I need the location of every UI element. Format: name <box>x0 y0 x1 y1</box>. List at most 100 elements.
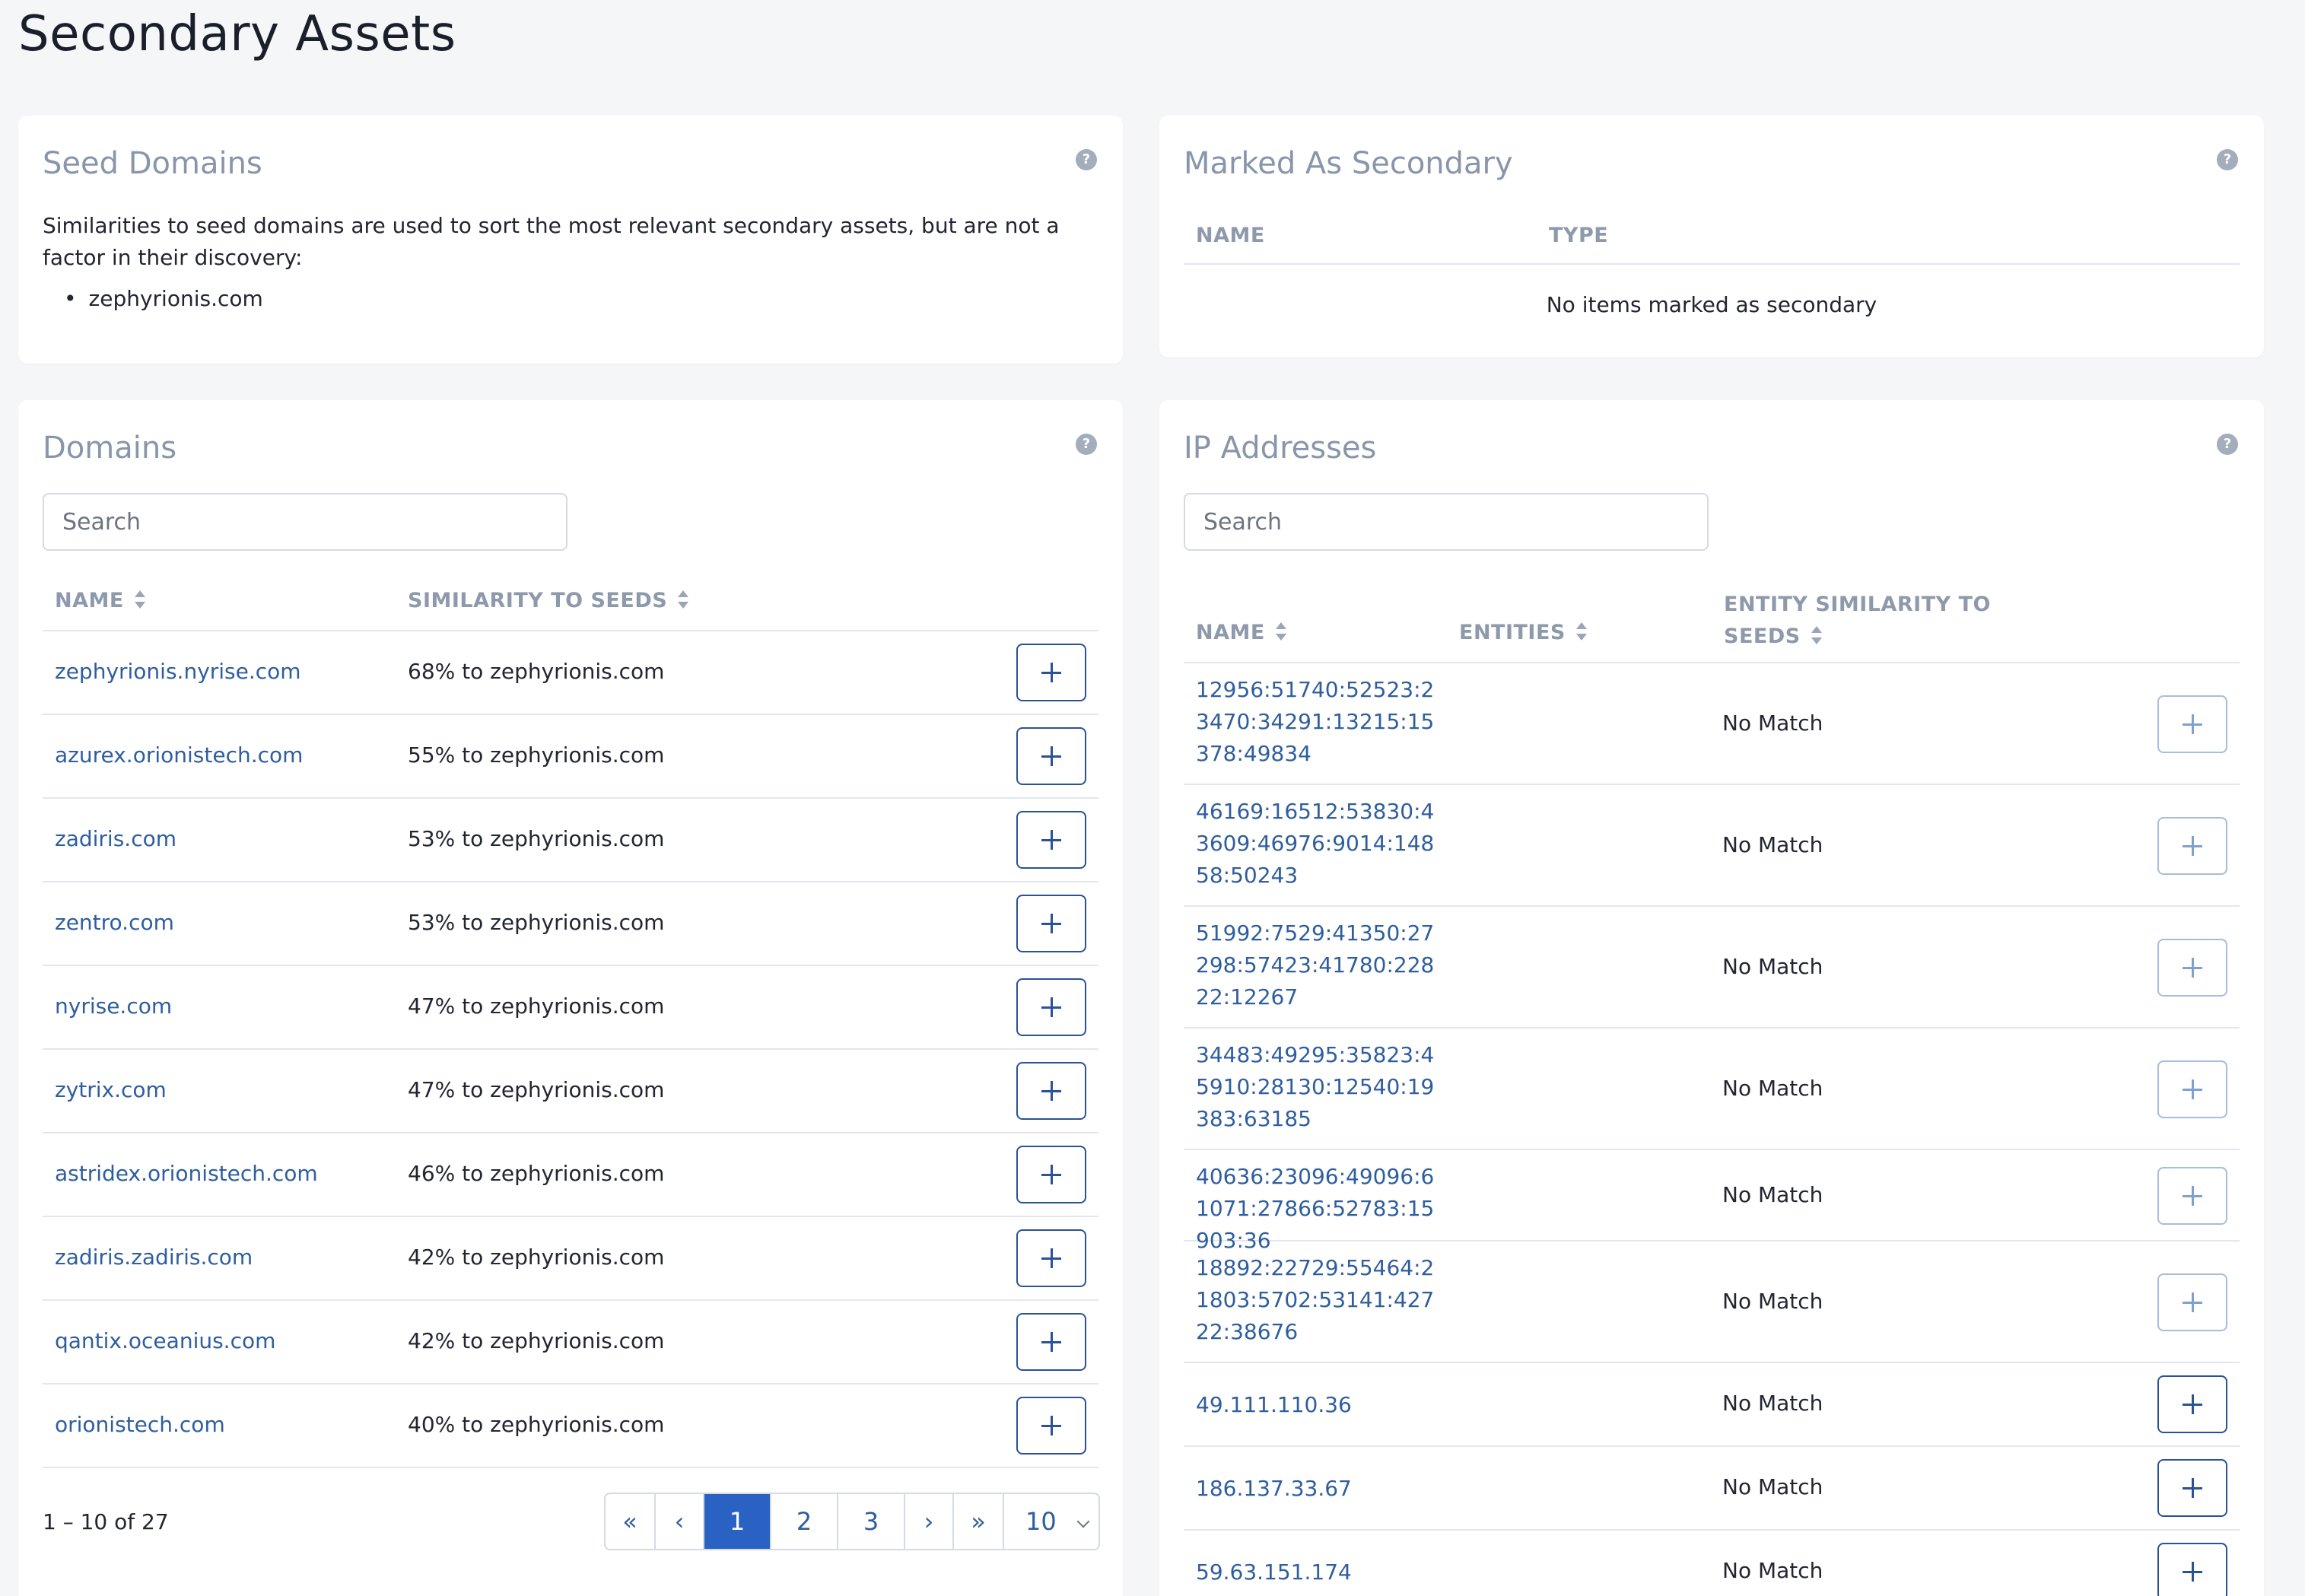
ip-link[interactable]: 51992:7529:41350:27298:57423:41780:22822… <box>1196 917 1447 1013</box>
add-button[interactable] <box>2157 1375 2227 1433</box>
domains-search-input[interactable] <box>43 493 568 551</box>
table-row: orionistech.com 40% to zephyrionis.com <box>43 1385 1098 1468</box>
ip-link[interactable]: 12956:51740:52523:23470:34291:13215:1537… <box>1196 674 1447 770</box>
column-header-entity-similarity[interactable]: ENTITY SIMILARITY TO SEEDS <box>1724 589 1998 653</box>
ip-link[interactable]: 46169:16512:53830:43609:46976:9014:14858… <box>1196 796 1447 892</box>
domain-link[interactable]: qantix.oceanius.com <box>55 1328 275 1353</box>
domain-link[interactable]: zytrix.com <box>55 1077 167 1102</box>
domain-link[interactable]: zentro.com <box>55 910 174 935</box>
header-divider <box>1184 263 2240 265</box>
sort-icon[interactable] <box>133 590 147 609</box>
entity-similarity-value: No Match <box>1722 1076 1823 1101</box>
domain-link[interactable]: nyrise.com <box>55 994 172 1019</box>
ip-link[interactable]: 186.137.33.67 <box>1196 1473 1447 1505</box>
table-row: 186.137.33.67 No Match <box>1184 1447 2240 1531</box>
entity-similarity-value: No Match <box>1722 1182 1823 1207</box>
add-button[interactable] <box>1016 1313 1086 1371</box>
entity-similarity-value: No Match <box>1722 1558 1823 1583</box>
add-button[interactable] <box>1016 1397 1086 1455</box>
ip-link[interactable]: 18892:22729:55464:21803:5702:53141:42722… <box>1196 1252 1447 1348</box>
seed-list: zephyrionis.com <box>64 283 263 315</box>
first-page-button[interactable]: « <box>606 1494 656 1549</box>
per-page-select[interactable]: 10 <box>1004 1494 1098 1549</box>
add-button[interactable] <box>1016 811 1086 869</box>
add-button[interactable] <box>1016 727 1086 785</box>
ip-link[interactable]: 49.111.110.36 <box>1196 1389 1447 1421</box>
help-icon[interactable]: ? <box>1076 434 1097 455</box>
next-page-button[interactable]: › <box>905 1494 954 1549</box>
similarity-value: 47% to zephyrionis.com <box>408 1077 665 1102</box>
column-header-name[interactable]: NAME <box>1196 224 1265 247</box>
add-button[interactable] <box>2157 1543 2227 1596</box>
ip-addresses-title: IP Addresses <box>1184 431 1377 466</box>
similarity-value: 55% to zephyrionis.com <box>408 742 665 768</box>
add-button[interactable] <box>2157 939 2227 997</box>
add-button[interactable] <box>2157 1060 2227 1118</box>
table-row: zephyrionis.nyrise.com 68% to zephyrioni… <box>43 631 1098 715</box>
add-button[interactable] <box>1016 895 1086 952</box>
similarity-value: 42% to zephyrionis.com <box>408 1245 665 1270</box>
column-header-entities[interactable]: ENTITIES <box>1459 621 1588 644</box>
add-button[interactable] <box>1016 978 1086 1036</box>
column-header-name[interactable]: NAME <box>55 589 147 612</box>
sort-icon[interactable] <box>1575 622 1588 641</box>
entity-similarity-value: No Match <box>1722 954 1823 979</box>
similarity-value: 46% to zephyrionis.com <box>408 1161 665 1186</box>
add-button[interactable] <box>2157 1459 2227 1517</box>
seed-item: zephyrionis.com <box>64 283 263 315</box>
prev-page-button[interactable]: ‹ <box>656 1494 704 1549</box>
add-button[interactable] <box>2157 1273 2227 1331</box>
table-row: 51992:7529:41350:27298:57423:41780:22822… <box>1184 907 2240 1028</box>
add-button[interactable] <box>1016 1146 1086 1203</box>
page-title: Secondary Assets <box>18 6 456 62</box>
domain-link[interactable]: zadiris.zadiris.com <box>55 1245 253 1270</box>
page-button-1[interactable]: 1 <box>704 1494 771 1549</box>
per-page-value: 10 <box>1025 1507 1057 1536</box>
add-button[interactable] <box>2157 695 2227 753</box>
domain-link[interactable]: astridex.orionistech.com <box>55 1161 318 1186</box>
similarity-value: 47% to zephyrionis.com <box>408 994 665 1019</box>
entity-similarity-value: No Match <box>1722 1474 1823 1499</box>
entity-similarity-value: No Match <box>1722 1289 1823 1314</box>
table-row: astridex.orionistech.com 46% to zephyrio… <box>43 1133 1098 1217</box>
table-row: nyrise.com 47% to zephyrionis.com <box>43 966 1098 1050</box>
table-row: 12956:51740:52523:23470:34291:13215:1537… <box>1184 663 2240 785</box>
domain-link[interactable]: azurex.orionistech.com <box>55 742 303 768</box>
sort-icon[interactable] <box>1810 625 1823 645</box>
column-header-similarity[interactable]: SIMILARITY TO SEEDS <box>408 589 690 612</box>
column-header-name[interactable]: NAME <box>1196 621 1288 644</box>
table-row: zytrix.com 47% to zephyrionis.com <box>43 1050 1098 1133</box>
add-button[interactable] <box>1016 1062 1086 1120</box>
similarity-value: 68% to zephyrionis.com <box>408 659 665 684</box>
add-button[interactable] <box>1016 644 1086 701</box>
ip-link[interactable]: 59.63.151.174 <box>1196 1556 1447 1588</box>
empty-message: No items marked as secondary <box>1546 292 1877 317</box>
add-button[interactable] <box>1016 1229 1086 1287</box>
add-button[interactable] <box>2157 817 2227 875</box>
help-icon[interactable]: ? <box>1076 149 1097 170</box>
ip-search-input[interactable] <box>1184 493 1709 551</box>
entity-similarity-value: No Match <box>1722 832 1823 857</box>
pagination-info: 1 – 10 of 27 <box>43 1509 169 1534</box>
marked-as-secondary-card: Marked As Secondary ? NAME TYPE No items… <box>1159 116 2264 358</box>
column-header-type[interactable]: TYPE <box>1549 224 1608 247</box>
sort-icon[interactable] <box>676 590 690 609</box>
ip-link[interactable]: 34483:49295:35823:45910:28130:12540:1938… <box>1196 1039 1447 1135</box>
last-page-button[interactable]: » <box>954 1494 1004 1549</box>
table-row: 34483:49295:35823:45910:28130:12540:1938… <box>1184 1028 2240 1150</box>
domain-link[interactable]: zephyrionis.nyrise.com <box>55 659 301 684</box>
help-icon[interactable]: ? <box>2217 434 2238 455</box>
page-button-2[interactable]: 2 <box>771 1494 838 1549</box>
table-row: 40636:23096:49096:61071:27866:52783:1590… <box>1184 1150 2240 1253</box>
add-button[interactable] <box>2157 1167 2227 1225</box>
table-row: zadiris.zadiris.com 42% to zephyrionis.c… <box>43 1217 1098 1301</box>
help-icon[interactable]: ? <box>2217 149 2238 170</box>
domains-card: Domains ? NAME SIMILARITY TO SEEDS zephy… <box>18 400 1123 1596</box>
page-button-3[interactable]: 3 <box>838 1494 905 1549</box>
table-row: 46169:16512:53830:43609:46976:9014:14858… <box>1184 785 2240 907</box>
marked-as-secondary-title: Marked As Secondary <box>1184 146 1513 181</box>
sort-icon[interactable] <box>1274 622 1288 641</box>
similarity-value: 53% to zephyrionis.com <box>408 910 665 935</box>
domain-link[interactable]: orionistech.com <box>55 1412 225 1437</box>
domain-link[interactable]: zadiris.com <box>55 826 176 851</box>
